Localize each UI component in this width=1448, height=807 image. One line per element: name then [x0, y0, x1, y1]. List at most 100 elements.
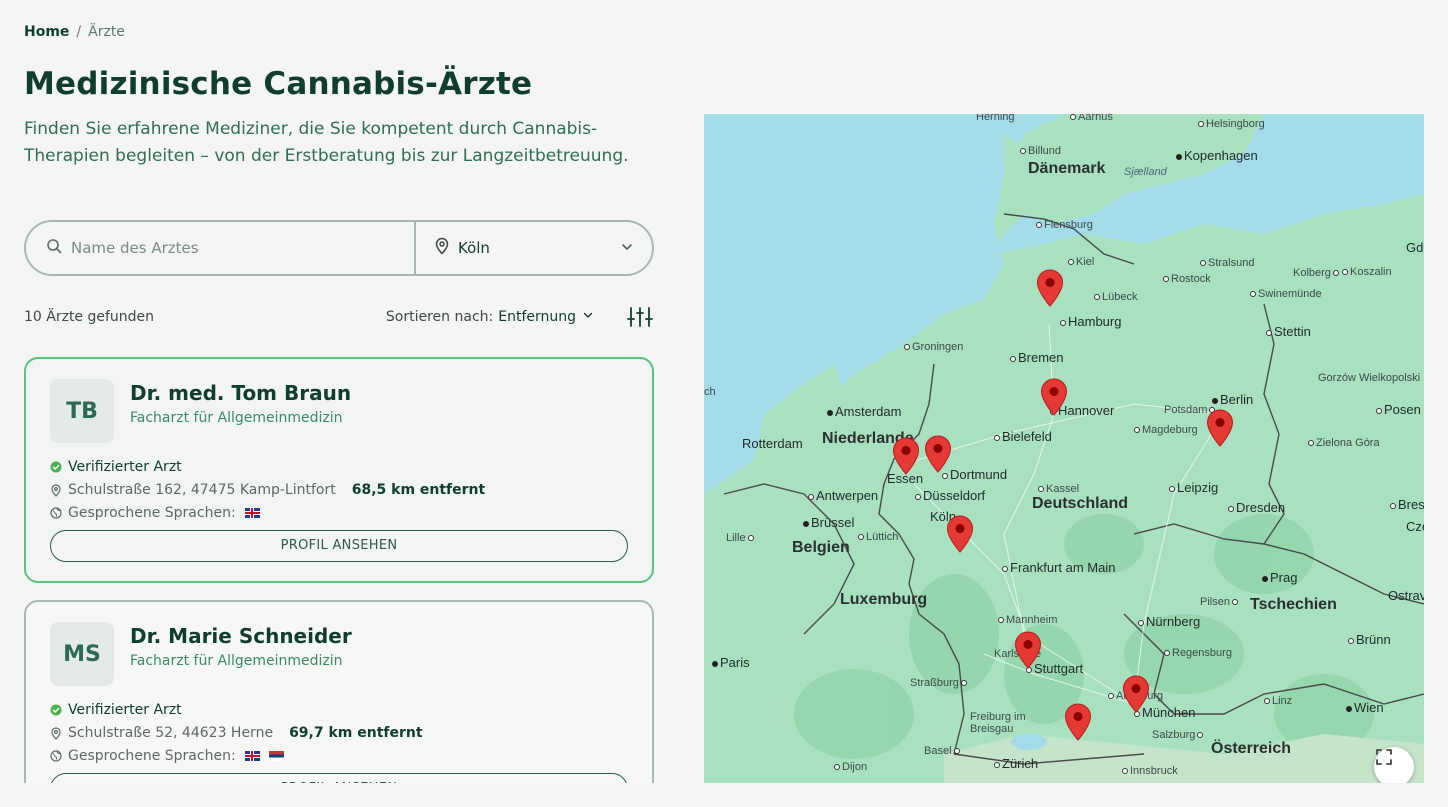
- map-pin-icon[interactable]: [892, 437, 920, 475]
- map-pin-icon[interactable]: [1206, 409, 1234, 447]
- map-label: Linz: [1264, 695, 1292, 707]
- doctor-card[interactable]: MS Dr. Marie Schneider Facharzt für Allg…: [24, 600, 654, 783]
- map-label: Rotterdam: [742, 436, 803, 451]
- map-label: Helsingborg: [1198, 118, 1265, 130]
- search-icon: [46, 238, 62, 258]
- view-profile-button[interactable]: PROFIL ANSEHEN: [50, 773, 628, 783]
- doctor-name-search[interactable]: [26, 222, 416, 274]
- doctor-name: Dr. med. Tom Braun: [130, 381, 352, 405]
- doctor-list: TB Dr. med. Tom Braun Facharzt für Allge…: [24, 357, 654, 783]
- map-label: Lübeck: [1094, 291, 1137, 303]
- map-label: Frankfurt am Main: [1002, 561, 1115, 575]
- doctor-name: Dr. Marie Schneider: [130, 624, 352, 648]
- uk-flag-icon: [244, 751, 260, 761]
- map-label: Posen: [1376, 402, 1421, 417]
- map-label: Sjælland: [1124, 166, 1167, 178]
- map-label: Swinemünde: [1250, 288, 1322, 300]
- map-label: Berlin: [1212, 392, 1253, 407]
- doctor-distance: 69,7 km entfernt: [289, 725, 423, 741]
- map-label: Amsterdam: [827, 404, 901, 419]
- doctor-address: Schulstraße 162, 47475 Kamp-Lintfort: [68, 482, 336, 498]
- map-label: Tschechien: [1250, 596, 1337, 613]
- map-label: Nürnberg: [1138, 614, 1200, 629]
- map-label: Billund: [1020, 145, 1061, 157]
- map-label: Bremen: [1010, 350, 1064, 365]
- map-label: Aarhus: [1070, 114, 1113, 123]
- languages-label: Gesprochene Sprachen:: [68, 505, 236, 521]
- map-label: Lille: [726, 532, 756, 544]
- map-pin-icon[interactable]: [1064, 703, 1092, 741]
- map-label: Stettin: [1266, 324, 1311, 339]
- location-pin-icon: [434, 237, 450, 259]
- map-label: Luxemburg: [840, 591, 928, 608]
- verified-label: Verifizierter Arzt: [68, 459, 182, 475]
- map-label: Basel: [924, 745, 962, 757]
- map-label: Freiburg im Breisgau: [970, 711, 1026, 735]
- verified-check-icon: [50, 461, 62, 473]
- breadcrumb-home-link[interactable]: Home: [24, 24, 69, 40]
- globe-icon: [50, 507, 62, 519]
- location-pin-icon: [51, 483, 61, 497]
- globe-icon: [50, 750, 62, 762]
- doctor-distance: 68,5 km entfernt: [351, 482, 486, 498]
- map-label: Bielefeld: [994, 429, 1052, 444]
- map-label: Zürich: [994, 756, 1038, 771]
- doctor-card[interactable]: TB Dr. med. Tom Braun Facharzt für Allge…: [24, 357, 654, 583]
- map-label: Kiel: [1068, 256, 1094, 268]
- map-pin-icon[interactable]: [1040, 378, 1068, 416]
- map-pin-icon[interactable]: [1122, 675, 1150, 713]
- map-label: Antwerpen: [808, 488, 878, 503]
- page-subtitle: Finden Sie erfahrene Mediziner, die Sie …: [24, 119, 629, 166]
- location-value: Köln: [458, 239, 490, 257]
- map-label: Zielona Góra: [1308, 437, 1380, 449]
- map-label: Kopenhagen: [1176, 148, 1258, 163]
- uk-flag-icon: [244, 508, 260, 518]
- map[interactable]: Herning Aarhus Helsingborg Billund Kopen…: [704, 114, 1424, 783]
- page-title: Medizinische Cannabis-Ärzte: [24, 66, 533, 102]
- map-pin-icon[interactable]: [946, 515, 974, 553]
- filter-button[interactable]: [626, 303, 654, 331]
- map-label: Dresden: [1228, 500, 1285, 515]
- avatar: TB: [50, 379, 114, 443]
- map-label: Innsbruck: [1122, 765, 1178, 777]
- sort-value: Entfernung: [498, 309, 576, 325]
- view-profile-button[interactable]: PROFIL ANSEHEN: [50, 530, 628, 562]
- map-label: Groningen: [904, 341, 963, 353]
- map-label: Gorzów Wielkopolski: [1318, 372, 1421, 384]
- doctor-specialty: Facharzt für Allgemeinmedizin: [130, 410, 343, 426]
- location-select[interactable]: Köln: [416, 222, 652, 274]
- map-label: Brüssel: [803, 515, 854, 530]
- avatar: MS: [50, 622, 114, 686]
- chevron-down-icon: [582, 309, 594, 325]
- results-count: 10 Ärzte gefunden: [24, 309, 155, 325]
- map-label: Kolberg: [1293, 267, 1341, 279]
- map-label: Gd: [1406, 240, 1424, 255]
- map-label: Stralsund: [1200, 257, 1254, 269]
- map-label: Koszalin: [1342, 266, 1392, 278]
- map-label: Düsseldorf: [915, 488, 985, 503]
- map-label: Paris: [712, 655, 750, 670]
- map-label: Dänemark: [1028, 160, 1106, 177]
- sliders-icon: [627, 307, 653, 327]
- map-label: Mannheim: [998, 614, 1057, 626]
- results-toolbar: 10 Ärzte gefunden Sortieren nach: Entfer…: [24, 304, 654, 330]
- map-label: Herning: [976, 114, 1015, 123]
- sort-dropdown[interactable]: Entfernung: [498, 309, 594, 325]
- doctor-name-input[interactable]: [71, 239, 391, 257]
- map-label: Wien: [1346, 700, 1384, 715]
- location-pin-icon: [51, 726, 61, 740]
- map-label: Belgien: [792, 539, 850, 556]
- map-label: Pilsen: [1200, 596, 1240, 608]
- map-fullscreen-button[interactable]: [1374, 747, 1414, 783]
- map-label: Deutschland: [1032, 495, 1129, 512]
- map-pin-icon[interactable]: [1014, 631, 1042, 669]
- verified-check-icon: [50, 704, 62, 716]
- languages-label: Gesprochene Sprachen:: [68, 748, 236, 764]
- map-label: Lüttich: [858, 531, 898, 543]
- map-pin-icon[interactable]: [1036, 269, 1064, 307]
- breadcrumb: Home / Ärzte: [24, 24, 125, 40]
- map-pin-icon[interactable]: [924, 435, 952, 473]
- map-label: Straßburg: [910, 677, 969, 689]
- map-label: Częst: [1406, 519, 1424, 534]
- map-label: Prag: [1262, 570, 1297, 585]
